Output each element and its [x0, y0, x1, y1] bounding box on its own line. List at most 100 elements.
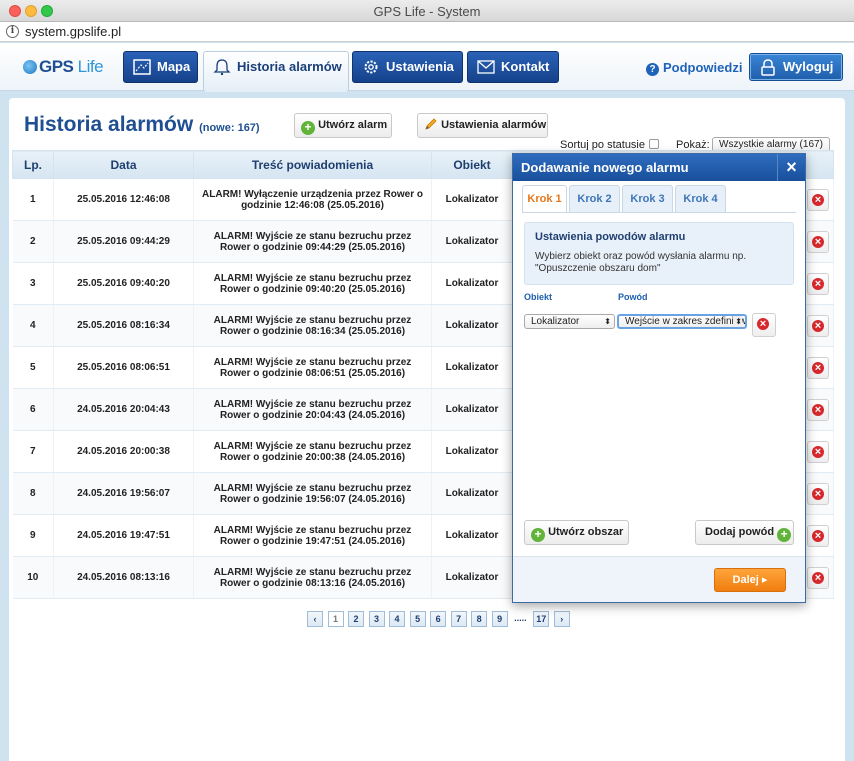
- message-line2: godzinie 12:46:08 (25.05.2016): [241, 199, 384, 211]
- tab-step-4[interactable]: Krok 4: [675, 185, 726, 213]
- gpslife-logo[interactable]: GPS Life: [23, 57, 104, 77]
- cell-date: 24.05.2016 19:47:51: [53, 514, 194, 557]
- next-label: Dalej: [732, 574, 759, 586]
- cell-date: 24.05.2016 08:13:16: [53, 556, 194, 599]
- tab-step-2[interactable]: Krok 2: [569, 185, 620, 213]
- tab-step-3[interactable]: Krok 3: [622, 185, 673, 213]
- logo-text-gps: GPS: [39, 57, 74, 76]
- cell-object: Lokalizator: [431, 304, 513, 347]
- page-6[interactable]: 6: [430, 611, 447, 627]
- envelope-icon: [477, 60, 495, 74]
- create-area-label: Utwórz obszar: [548, 526, 624, 538]
- new-alarms-count: (nowe: 167): [199, 122, 260, 134]
- address-bar[interactable]: i system.gpslife.pl: [0, 22, 854, 42]
- cell-object: Lokalizator: [431, 178, 513, 221]
- cell-lp: 9: [12, 514, 54, 557]
- tab-divider: [522, 212, 796, 213]
- help-link[interactable]: ? Podpowiedzi: [646, 60, 742, 76]
- cell-lp: 3: [12, 262, 54, 305]
- info-text-line1: Wybierz obiekt oraz powód wysłania alarm…: [535, 251, 747, 262]
- info-text-line2: "Opuszczenie obszaru dom": [535, 263, 661, 274]
- nav-settings-button[interactable]: Ustawienia: [352, 51, 463, 83]
- delete-alarm-button[interactable]: [807, 398, 829, 421]
- cell-date: 24.05.2016 20:04:43: [53, 388, 194, 431]
- delete-alarm-button[interactable]: [807, 272, 829, 295]
- message-line2: Rower o godzinie 19:56:07 (24.05.2016): [219, 493, 406, 505]
- cell-message: ALARM! Wyjście ze stanu bezruchu przez Ro…: [193, 430, 432, 473]
- delete-alarm-button[interactable]: [807, 566, 829, 589]
- delete-alarm-button[interactable]: [807, 524, 829, 547]
- page-9[interactable]: 9: [491, 611, 508, 627]
- reason-label: Powód: [618, 292, 648, 302]
- page-5[interactable]: 5: [409, 611, 426, 627]
- col-message: Treść powiadomienia: [193, 150, 432, 179]
- cell-lp: 5: [12, 346, 54, 389]
- create-alarm-button[interactable]: + Utwórz alarm: [294, 113, 392, 138]
- cell-date: 24.05.2016 20:00:38: [53, 430, 194, 473]
- delete-alarm-button[interactable]: [807, 440, 829, 463]
- cell-message: ALARM! Wyjście ze stanu bezruchu przez Ro…: [193, 514, 432, 557]
- object-select-value: Lokalizator: [531, 316, 580, 327]
- add-reason-button[interactable]: Dodaj powód +: [695, 520, 794, 545]
- delete-alarm-button[interactable]: [807, 314, 829, 337]
- url-text[interactable]: system.gpslife.pl: [25, 22, 121, 41]
- cell-object: Lokalizator: [431, 262, 513, 305]
- col-date: Data: [53, 150, 194, 179]
- logo-text-life: Life: [77, 57, 104, 76]
- info-title: Ustawienia powodów alarmu: [535, 231, 686, 243]
- pagination: ‹ 1 2 3 4 5 6 7 8 9 ..... 17 ›: [307, 611, 572, 627]
- cell-lp: 1: [12, 178, 54, 221]
- delete-alarm-button[interactable]: [807, 482, 829, 505]
- page-1[interactable]: 1: [327, 611, 344, 627]
- cell-date: 25.05.2016 09:40:20: [53, 262, 194, 305]
- tab-step-1[interactable]: Krok 1: [522, 185, 567, 213]
- cell-object: Lokalizator: [431, 514, 513, 557]
- nav-map-label: Mapa: [157, 59, 191, 74]
- logout-label: Wyloguj: [783, 59, 834, 74]
- cell-date: 25.05.2016 08:16:34: [53, 304, 194, 347]
- create-area-button[interactable]: + Utwórz obszar: [524, 520, 629, 545]
- prev-page-button[interactable]: ‹: [307, 611, 323, 627]
- nav-map-button[interactable]: Mapa: [123, 51, 198, 83]
- play-arrow-icon: ▸: [761, 574, 768, 586]
- sort-checkbox[interactable]: [649, 139, 659, 149]
- page-title-text: Historia alarmów: [24, 113, 194, 136]
- cell-object: Lokalizator: [431, 388, 513, 431]
- next-step-button[interactable]: Dalej ▸: [714, 568, 786, 592]
- window-title: GPS Life - System: [373, 4, 481, 19]
- info-box: Ustawienia powodów alarmu Wybierz obiekt…: [524, 222, 794, 285]
- cell-message: ALARM! Wyjście ze stanu bezruchu przez Ro…: [193, 346, 432, 389]
- info-icon[interactable]: i: [6, 25, 19, 38]
- page-17[interactable]: 17: [533, 611, 550, 627]
- page-3[interactable]: 3: [368, 611, 385, 627]
- remove-reason-button[interactable]: [752, 313, 776, 337]
- logout-button[interactable]: Wyloguj: [749, 53, 843, 81]
- nav-contact-button[interactable]: Kontakt: [467, 51, 559, 83]
- alarm-settings-button[interactable]: Ustawienia alarmów: [417, 113, 548, 138]
- page-2[interactable]: 2: [348, 611, 365, 627]
- delete-alarm-button[interactable]: [807, 356, 829, 379]
- page-7[interactable]: 7: [450, 611, 467, 627]
- message-line1: ALARM! Wyjście ze stanu bezruchu przez: [213, 272, 412, 284]
- page-8[interactable]: 8: [471, 611, 488, 627]
- cell-date: 25.05.2016 08:06:51: [53, 346, 194, 389]
- col-lp: Lp.: [12, 150, 54, 179]
- message-line2: Rower o godzinie 08:06:51 (25.05.2016): [219, 367, 406, 379]
- gear-icon: [364, 60, 378, 74]
- delete-alarm-button[interactable]: [807, 188, 829, 211]
- next-page-button[interactable]: ›: [553, 611, 570, 627]
- nav-history-tab[interactable]: Historia alarmów: [203, 51, 349, 92]
- cell-lp: 2: [12, 220, 54, 263]
- message-line2: Rower o godzinie 08:16:34 (25.05.2016): [219, 325, 406, 337]
- page-title: Historia alarmów (nowe: 167): [24, 113, 260, 137]
- reason-select[interactable]: Wejście w zakres zdefiniowanego obszaru⬍: [617, 314, 747, 329]
- dialog-close-button[interactable]: ×: [777, 154, 805, 181]
- delete-alarm-button[interactable]: [807, 230, 829, 253]
- message-line2: Rower o godzinie 08:13:16 (24.05.2016): [219, 577, 406, 589]
- object-select[interactable]: Lokalizator ⬍: [524, 314, 615, 329]
- page-4[interactable]: 4: [389, 611, 406, 627]
- select-arrows-icon: ⬍: [604, 317, 611, 326]
- add-alarm-dialog: Dodawanie nowego alarmu × Krok 1 Krok 2 …: [512, 153, 806, 603]
- message-line1: ALARM! Wyjście ze stanu bezruchu przez: [213, 482, 412, 494]
- cell-lp: 4: [12, 304, 54, 347]
